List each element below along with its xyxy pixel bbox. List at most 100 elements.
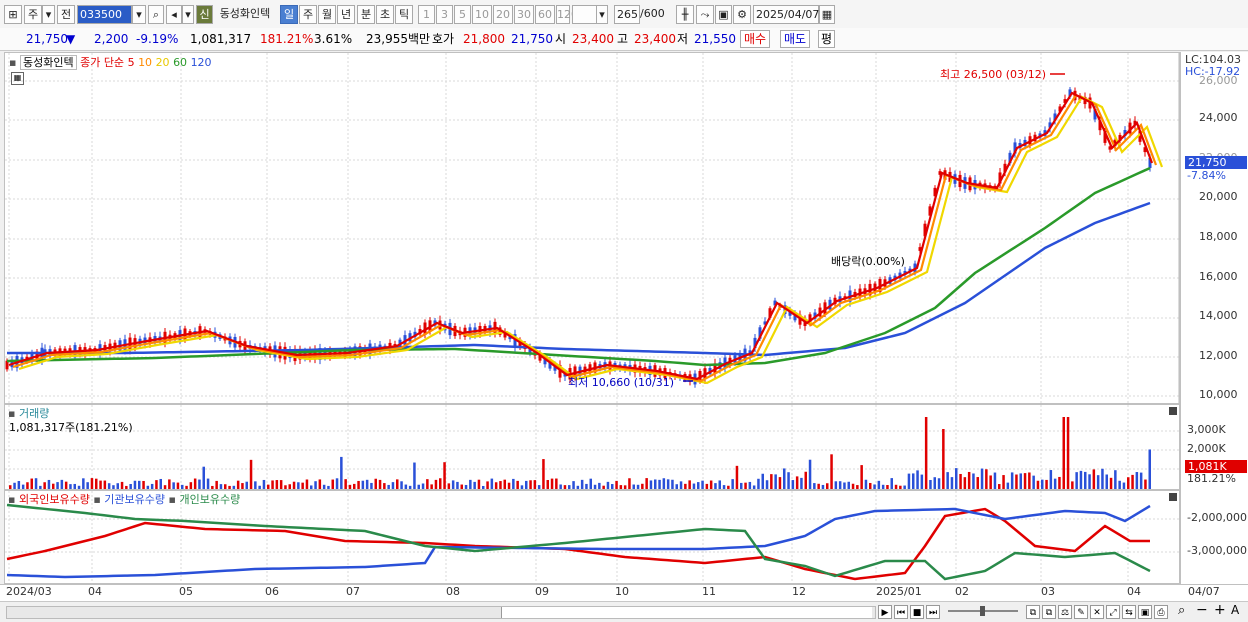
volume-bar <box>899 485 902 489</box>
volume-bar <box>34 478 38 489</box>
volume-panel-close-icon[interactable] <box>1169 407 1177 415</box>
interval-20[interactable]: 20 <box>493 5 513 24</box>
market-select[interactable]: 주 <box>24 5 42 24</box>
interval-5[interactable]: 5 <box>454 5 471 24</box>
volume-bar <box>318 479 322 489</box>
buy-button[interactable]: 매수 <box>740 30 771 48</box>
holders-panel[interactable]: ▪ 외국인보유수량 ▪ 기관보유수량 ▪ 개인보유수량 <box>4 490 1180 584</box>
interval-60[interactable]: 60 <box>535 5 555 24</box>
y-tick-26000: 26,000 <box>1199 74 1238 87</box>
volume-bar <box>451 480 455 489</box>
scroll-end-icon[interactable]: ⏭ <box>926 605 940 619</box>
volume-bar <box>224 484 227 489</box>
market-dropdown-icon[interactable]: ▾ <box>42 5 55 24</box>
gear-icon[interactable]: ⚙ <box>733 5 751 24</box>
chart-settings-icon[interactable]: ⊞ <box>4 5 22 24</box>
stop-icon[interactable]: ■ <box>910 605 924 619</box>
scroll-right-icon[interactable]: ▶ <box>878 605 892 619</box>
ma-legend-20: 20 <box>155 56 170 69</box>
search-icon[interactable]: ⌕ <box>148 5 164 24</box>
volume-bar <box>353 483 356 489</box>
volume-bar <box>611 484 614 489</box>
volume-bar <box>202 466 205 489</box>
volume-bar <box>305 479 309 489</box>
capture-icon[interactable]: ▣ <box>1138 605 1152 619</box>
scrollbar-thumb[interactable] <box>501 607 872 618</box>
volume-bar <box>374 478 377 489</box>
average-button[interactable]: 평 <box>818 30 836 48</box>
zoom-out-icon[interactable]: − <box>1196 602 1208 618</box>
magnify-icon[interactable]: ⌕ <box>1178 603 1185 618</box>
volume-panel[interactable]: ▪ 거래량 1,081,317주(181.21%) <box>4 404 1180 490</box>
scroll-start-icon[interactable]: ⏮ <box>894 605 908 619</box>
period-tab-year[interactable]: 년 <box>337 5 355 24</box>
period-tab-minute[interactable]: 분 <box>357 5 375 24</box>
ma-120-line <box>7 201 1151 357</box>
interval-1[interactable]: 1 <box>418 5 435 24</box>
sound-icon[interactable]: ◂ <box>166 5 182 24</box>
volume-bar <box>907 473 911 489</box>
panel-stock-name: 동성화인텍 <box>19 55 77 70</box>
interval-30[interactable]: 30 <box>514 5 534 24</box>
holders-panel-close-icon[interactable] <box>1169 493 1177 501</box>
volume-bar <box>666 479 670 489</box>
interval-10[interactable]: 10 <box>472 5 492 24</box>
toolbar: ⊞ 주 ▾ 전 033500 ▾ ⌕ ◂ ▾ 신 동성화인텍 일 주 월 년 분… <box>0 0 1248 29</box>
zoom-slider[interactable] <box>948 606 1018 616</box>
layout-icon[interactable]: ⧉ <box>1026 605 1040 619</box>
volume-bar <box>1032 475 1035 489</box>
zoom-slider-handle[interactable] <box>980 606 985 616</box>
save-icon[interactable]: ▣ <box>715 5 732 24</box>
volume-bar <box>692 483 696 489</box>
copy-icon[interactable]: ⧉ <box>1042 605 1056 619</box>
period-tab-second[interactable]: 초 <box>376 5 394 24</box>
period-tab-day[interactable]: 일 <box>280 5 298 24</box>
indicator-icon[interactable]: ⤳ <box>696 5 714 24</box>
compare-icon[interactable]: ⚖ <box>1058 605 1072 619</box>
sell-button[interactable]: 매도 <box>780 30 811 48</box>
volume-bar <box>649 480 653 489</box>
interval-3[interactable]: 3 <box>436 5 453 24</box>
volume-bar <box>826 483 829 489</box>
candle-type-icon[interactable]: ╫ <box>676 5 694 24</box>
calendar-icon[interactable]: ▦ <box>819 5 835 24</box>
fit-icon[interactable]: ⤢ <box>1106 605 1120 619</box>
volume-bar <box>821 484 825 489</box>
volume-bar <box>847 481 850 489</box>
code-input[interactable]: 033500 <box>77 5 132 24</box>
period-tab-tick[interactable]: 틱 <box>395 5 413 24</box>
volume-bar <box>576 485 580 489</box>
volume-bar <box>1010 472 1014 489</box>
cursor-icon[interactable]: ✕ <box>1090 605 1104 619</box>
volume-bar <box>387 484 390 489</box>
volume-bar <box>843 482 846 489</box>
volume-bar <box>439 478 442 489</box>
count-input[interactable]: 265 <box>614 5 640 24</box>
x-label-08: 08 <box>446 585 460 598</box>
period-tab-week[interactable]: 주 <box>299 5 317 24</box>
volume-bar <box>163 485 167 489</box>
grid-toggle-icon[interactable]: ▦ <box>11 72 24 85</box>
interval-120[interactable]: 120 <box>556 5 578 24</box>
volume-bar <box>718 480 721 489</box>
volume-bar <box>258 485 261 489</box>
horizontal-scrollbar[interactable] <box>6 606 876 619</box>
price-chart-panel[interactable]: ▪ 동성화인텍 종가 단순 5 10 20 60 120 ▦ 최고 26,500… <box>4 52 1180 404</box>
period-tab-month[interactable]: 월 <box>318 5 336 24</box>
font-size-icon[interactable]: A <box>1231 603 1239 617</box>
date-input[interactable]: 2025/04/07 <box>753 5 819 24</box>
prev-button[interactable]: 전 <box>57 5 75 24</box>
volume-bar <box>520 485 524 489</box>
print-icon[interactable]: ⎙ <box>1154 605 1168 619</box>
mirror-icon[interactable]: ⇆ <box>1122 605 1136 619</box>
zoom-in-icon[interactable]: + <box>1214 602 1226 618</box>
sound-dropdown-icon[interactable]: ▾ <box>182 5 194 24</box>
interval-dropdown-icon[interactable]: ▾ <box>596 5 608 24</box>
tool-icon[interactable]: ✎ <box>1074 605 1088 619</box>
volume-bar <box>856 485 859 489</box>
x-label-2025-01: 2025/01 <box>876 585 922 598</box>
code-dropdown-icon[interactable]: ▾ <box>132 5 146 24</box>
volume-bar <box>1015 474 1018 489</box>
volume-bar <box>985 469 988 489</box>
volume-bar <box>21 484 25 489</box>
